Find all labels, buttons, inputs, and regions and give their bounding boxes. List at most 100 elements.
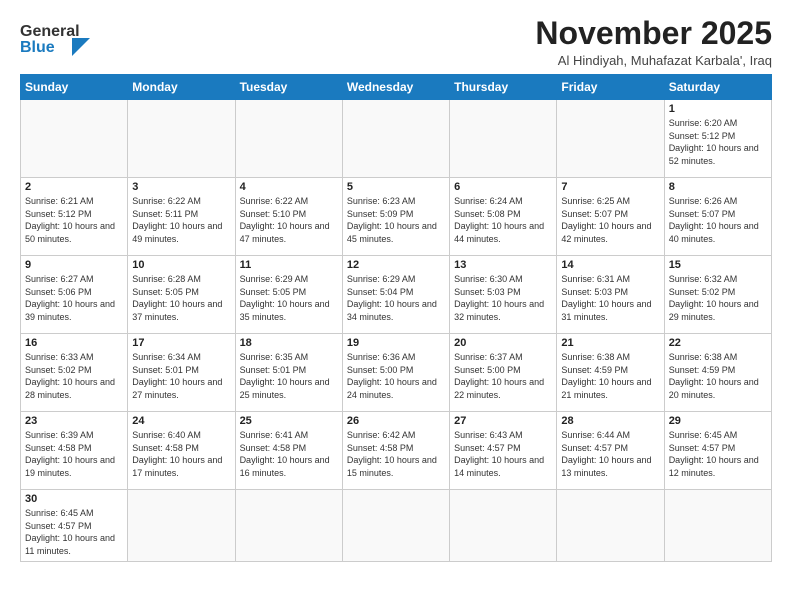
- day-number: 4: [240, 181, 338, 193]
- day-number: 15: [669, 259, 767, 271]
- day-info: Sunrise: 6:25 AM Sunset: 5:07 PM Dayligh…: [561, 195, 659, 245]
- table-row: [557, 490, 664, 561]
- day-number: 7: [561, 181, 659, 193]
- day-number: 23: [25, 415, 123, 427]
- day-number: 25: [240, 415, 338, 427]
- day-info: Sunrise: 6:40 AM Sunset: 4:58 PM Dayligh…: [132, 429, 230, 479]
- day-number: 26: [347, 415, 445, 427]
- table-row: 29 Sunrise: 6:45 AM Sunset: 4:57 PM Dayli…: [664, 412, 771, 490]
- col-friday: Friday: [557, 75, 664, 100]
- day-number: 22: [669, 337, 767, 349]
- table-row: 26 Sunrise: 6:42 AM Sunset: 4:58 PM Dayli…: [342, 412, 449, 490]
- table-row: [128, 490, 235, 561]
- day-number: 6: [454, 181, 552, 193]
- day-info: Sunrise: 6:33 AM Sunset: 5:02 PM Dayligh…: [25, 351, 123, 401]
- day-number: 20: [454, 337, 552, 349]
- day-number: 3: [132, 181, 230, 193]
- table-row: 21 Sunrise: 6:38 AM Sunset: 4:59 PM Dayli…: [557, 334, 664, 412]
- table-row: 17 Sunrise: 6:34 AM Sunset: 5:01 PM Dayli…: [128, 334, 235, 412]
- day-info: Sunrise: 6:30 AM Sunset: 5:03 PM Dayligh…: [454, 273, 552, 323]
- day-info: Sunrise: 6:32 AM Sunset: 5:02 PM Dayligh…: [669, 273, 767, 323]
- table-row: 15 Sunrise: 6:32 AM Sunset: 5:02 PM Dayli…: [664, 256, 771, 334]
- table-row: 6 Sunrise: 6:24 AM Sunset: 5:08 PM Daylig…: [450, 178, 557, 256]
- day-info: Sunrise: 6:21 AM Sunset: 5:12 PM Dayligh…: [25, 195, 123, 245]
- table-row: 5 Sunrise: 6:23 AM Sunset: 5:09 PM Daylig…: [342, 178, 449, 256]
- day-info: Sunrise: 6:31 AM Sunset: 5:03 PM Dayligh…: [561, 273, 659, 323]
- day-info: Sunrise: 6:22 AM Sunset: 5:11 PM Dayligh…: [132, 195, 230, 245]
- calendar: Sunday Monday Tuesday Wednesday Thursday…: [20, 74, 772, 561]
- table-row: 4 Sunrise: 6:22 AM Sunset: 5:10 PM Daylig…: [235, 178, 342, 256]
- table-row: 3 Sunrise: 6:22 AM Sunset: 5:11 PM Daylig…: [128, 178, 235, 256]
- day-number: 11: [240, 259, 338, 271]
- table-row: 22 Sunrise: 6:38 AM Sunset: 4:59 PM Dayli…: [664, 334, 771, 412]
- day-info: Sunrise: 6:29 AM Sunset: 5:05 PM Dayligh…: [240, 273, 338, 323]
- table-row: 12Sunrise: 6:29 AM Sunset: 5:04 PM Dayli…: [342, 256, 449, 334]
- weekday-row: Sunday Monday Tuesday Wednesday Thursday…: [21, 75, 772, 100]
- day-info: Sunrise: 6:39 AM Sunset: 4:58 PM Dayligh…: [25, 429, 123, 479]
- day-info: Sunrise: 6:28 AM Sunset: 5:05 PM Dayligh…: [132, 273, 230, 323]
- day-number: 8: [669, 181, 767, 193]
- day-number: 21: [561, 337, 659, 349]
- day-number: 29: [669, 415, 767, 427]
- table-row: [21, 100, 128, 178]
- table-row: 30 Sunrise: 6:45 AM Sunset: 4:57 PM Dayli…: [21, 490, 128, 561]
- day-number: 5: [347, 181, 445, 193]
- day-number: 30: [25, 493, 123, 505]
- day-info: Sunrise: 6:43 AM Sunset: 4:57 PM Dayligh…: [454, 429, 552, 479]
- table-row: [235, 490, 342, 561]
- day-number: 14: [561, 259, 659, 271]
- table-row: 8 Sunrise: 6:26 AM Sunset: 5:07 PM Daylig…: [664, 178, 771, 256]
- table-row: 18 Sunrise: 6:35 AM Sunset: 5:01 PM Dayli…: [235, 334, 342, 412]
- day-number: 19: [347, 337, 445, 349]
- day-info: Sunrise: 6:45 AM Sunset: 4:57 PM Dayligh…: [25, 507, 123, 557]
- day-number: 12: [347, 259, 445, 271]
- table-row: 9 Sunrise: 6:27 AM Sunset: 5:06 PM Daylig…: [21, 256, 128, 334]
- table-row: [557, 100, 664, 178]
- day-number: 10: [132, 259, 230, 271]
- day-info: Sunrise: 6:45 AM Sunset: 4:57 PM Dayligh…: [669, 429, 767, 479]
- table-row: 23 Sunrise: 6:39 AM Sunset: 4:58 PM Dayli…: [21, 412, 128, 490]
- table-row: 14 Sunrise: 6:31 AM Sunset: 5:03 PM Dayli…: [557, 256, 664, 334]
- day-number: 17: [132, 337, 230, 349]
- day-info: Sunrise: 6:42 AM Sunset: 4:58 PM Dayligh…: [347, 429, 445, 479]
- svg-text:Blue: Blue: [20, 39, 55, 56]
- day-info: Sunrise: 6:26 AM Sunset: 5:07 PM Dayligh…: [669, 195, 767, 245]
- calendar-body: 1Sunrise: 6:20 AM Sunset: 5:12 PM Daylig…: [21, 100, 772, 561]
- day-number: 28: [561, 415, 659, 427]
- title-block: November 2025 Al Hindiyah, Muhafazat Kar…: [535, 16, 772, 68]
- table-row: [664, 490, 771, 561]
- col-tuesday: Tuesday: [235, 75, 342, 100]
- table-row: [342, 100, 449, 178]
- day-info: Sunrise: 6:34 AM Sunset: 5:01 PM Dayligh…: [132, 351, 230, 401]
- day-info: Sunrise: 6:27 AM Sunset: 5:06 PM Dayligh…: [25, 273, 123, 323]
- table-row: 20 Sunrise: 6:37 AM Sunset: 5:00 PM Dayli…: [450, 334, 557, 412]
- day-number: 18: [240, 337, 338, 349]
- day-number: 13: [454, 259, 552, 271]
- table-row: 11 Sunrise: 6:29 AM Sunset: 5:05 PM Dayli…: [235, 256, 342, 334]
- header: General Blue November 2025 Al Hindiyah, …: [20, 16, 772, 68]
- day-info: Sunrise: 6:35 AM Sunset: 5:01 PM Dayligh…: [240, 351, 338, 401]
- day-number: 24: [132, 415, 230, 427]
- table-row: 27Sunrise: 6:43 AM Sunset: 4:57 PM Dayli…: [450, 412, 557, 490]
- day-info: Sunrise: 6:38 AM Sunset: 4:59 PM Dayligh…: [669, 351, 767, 401]
- day-number: 1: [669, 103, 767, 115]
- logo: General Blue: [20, 16, 110, 60]
- day-info: Sunrise: 6:44 AM Sunset: 4:57 PM Dayligh…: [561, 429, 659, 479]
- day-number: 9: [25, 259, 123, 271]
- day-info: Sunrise: 6:41 AM Sunset: 4:58 PM Dayligh…: [240, 429, 338, 479]
- table-row: 1Sunrise: 6:20 AM Sunset: 5:12 PM Daylig…: [664, 100, 771, 178]
- table-row: 19Sunrise: 6:36 AM Sunset: 5:00 PM Dayli…: [342, 334, 449, 412]
- col-monday: Monday: [128, 75, 235, 100]
- page: General Blue November 2025 Al Hindiyah, …: [0, 0, 792, 572]
- col-wednesday: Wednesday: [342, 75, 449, 100]
- day-info: Sunrise: 6:22 AM Sunset: 5:10 PM Dayligh…: [240, 195, 338, 245]
- day-info: Sunrise: 6:24 AM Sunset: 5:08 PM Dayligh…: [454, 195, 552, 245]
- day-info: Sunrise: 6:37 AM Sunset: 5:00 PM Dayligh…: [454, 351, 552, 401]
- table-row: [128, 100, 235, 178]
- day-info: Sunrise: 6:38 AM Sunset: 4:59 PM Dayligh…: [561, 351, 659, 401]
- day-info: Sunrise: 6:23 AM Sunset: 5:09 PM Dayligh…: [347, 195, 445, 245]
- svg-text:General: General: [20, 23, 80, 40]
- table-row: 7 Sunrise: 6:25 AM Sunset: 5:07 PM Daylig…: [557, 178, 664, 256]
- table-row: 25 Sunrise: 6:41 AM Sunset: 4:58 PM Dayli…: [235, 412, 342, 490]
- table-row: 16Sunrise: 6:33 AM Sunset: 5:02 PM Dayli…: [21, 334, 128, 412]
